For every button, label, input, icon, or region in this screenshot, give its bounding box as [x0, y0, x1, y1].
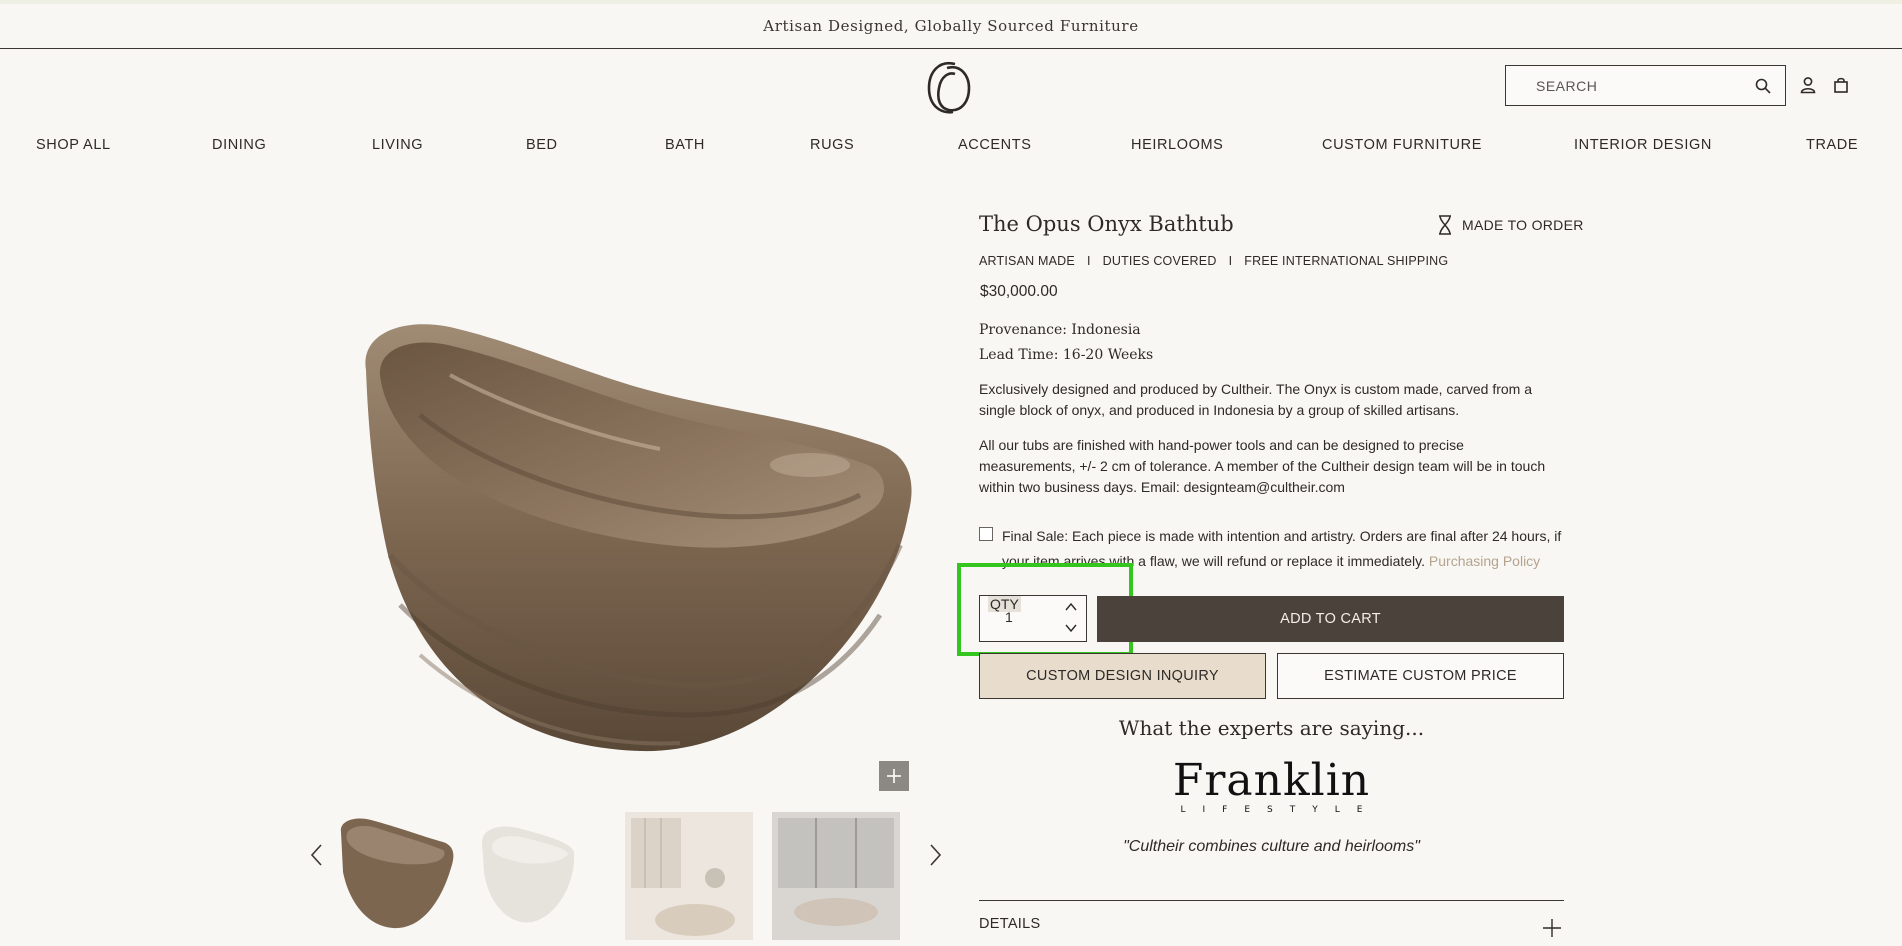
franklin-brand-sub: LIFESTYLE: [1180, 805, 1380, 815]
provenance: Provenance: Indonesia: [979, 322, 1141, 338]
made-to-order-badge: MADE TO ORDER: [1438, 215, 1584, 235]
chevron-up-icon[interactable]: [1064, 601, 1078, 613]
tag-separator: I: [1228, 254, 1233, 268]
franklin-logo: Franklin LIFESTYLE: [979, 755, 1564, 816]
product-tags: ARTISAN MADE I DUTIES COVERED I FREE INT…: [979, 254, 1448, 268]
product-description-2: All our tubs are finished with hand-powe…: [979, 437, 1546, 495]
search-icon[interactable]: [1755, 78, 1771, 94]
nav-item-dining[interactable]: DINING: [212, 137, 266, 153]
nav-item-bed[interactable]: BED: [526, 137, 558, 153]
plus-icon: [887, 769, 901, 783]
lead-time: Lead Time: 16-20 Weeks: [979, 347, 1154, 363]
experts-heading: What the experts are saying...: [1118, 716, 1425, 740]
zoom-button[interactable]: [879, 761, 909, 791]
nav-item-trade[interactable]: TRADE: [1806, 137, 1858, 153]
press-quote: "Cultheir combines culture and heirlooms…: [1123, 838, 1420, 855]
main-nav: SHOP ALL DINING LIVING BED BATH RUGS ACC…: [0, 137, 1902, 159]
product-price: $30,000.00: [980, 283, 1058, 300]
nav-item-shop-all[interactable]: SHOP ALL: [36, 137, 111, 153]
estimate-custom-price-button[interactable]: ESTIMATE CUSTOM PRICE: [1277, 653, 1564, 699]
purchasing-policy-link[interactable]: Purchasing Policy: [1429, 553, 1540, 569]
thumbnail-3[interactable]: [625, 812, 753, 940]
account-icon[interactable]: [1799, 76, 1817, 94]
thumbnail-4[interactable]: [772, 812, 900, 940]
plus-icon[interactable]: [1542, 918, 1562, 938]
thumbnail-1[interactable]: [331, 812, 459, 940]
quantity-stepper[interactable]: QTY: [979, 595, 1087, 642]
thumbnail-2[interactable]: [478, 812, 606, 940]
announcement-bar: Artisan Designed, Globally Sourced Furni…: [0, 4, 1902, 49]
custom-design-inquiry-button[interactable]: CUSTOM DESIGN INQUIRY: [979, 653, 1266, 699]
product-title: The Opus Onyx Bathtub: [979, 212, 1234, 236]
details-accordion-toggle[interactable]: DETAILS: [979, 916, 1040, 932]
chevron-down-icon[interactable]: [1064, 622, 1078, 634]
hourglass-icon: [1439, 215, 1451, 235]
nav-item-rugs[interactable]: RUGS: [810, 137, 854, 153]
announcement-text: Artisan Designed, Globally Sourced Furni…: [763, 17, 1139, 35]
nav-item-living[interactable]: LIVING: [372, 137, 423, 153]
thumb-prev-arrow-icon[interactable]: [307, 842, 327, 868]
thumb-next-arrow-icon[interactable]: [925, 842, 945, 868]
tag-separator: I: [1086, 254, 1091, 268]
search-box[interactable]: [1505, 65, 1786, 106]
qty-input[interactable]: [1005, 609, 1045, 625]
product-main-image[interactable]: [360, 315, 920, 755]
tag-duties-covered: DUTIES COVERED: [1102, 254, 1217, 268]
cart-icon[interactable]: [1832, 76, 1850, 94]
final-sale-checkbox[interactable]: [979, 527, 993, 541]
nav-item-heirlooms[interactable]: HEIRLOOMS: [1131, 137, 1223, 153]
tag-artisan-made: ARTISAN MADE: [979, 254, 1075, 268]
tag-free-shipping: FREE INTERNATIONAL SHIPPING: [1244, 254, 1449, 268]
nav-item-custom-furniture[interactable]: CUSTOM FURNITURE: [1322, 137, 1482, 153]
divider: [979, 900, 1564, 901]
search-input[interactable]: [1536, 77, 1755, 94]
product-description-1: Exclusively designed and produced by Cul…: [979, 381, 1533, 418]
add-to-cart-button[interactable]: ADD TO CART: [1097, 596, 1564, 642]
nav-item-interior-design[interactable]: INTERIOR DESIGN: [1574, 137, 1712, 153]
logo-icon[interactable]: [925, 58, 973, 116]
nav-item-bath[interactable]: BATH: [665, 137, 705, 153]
franklin-brand: Franklin: [1172, 755, 1371, 806]
nav-item-accents[interactable]: ACCENTS: [958, 137, 1032, 153]
made-to-order-text: MADE TO ORDER: [1462, 217, 1584, 233]
